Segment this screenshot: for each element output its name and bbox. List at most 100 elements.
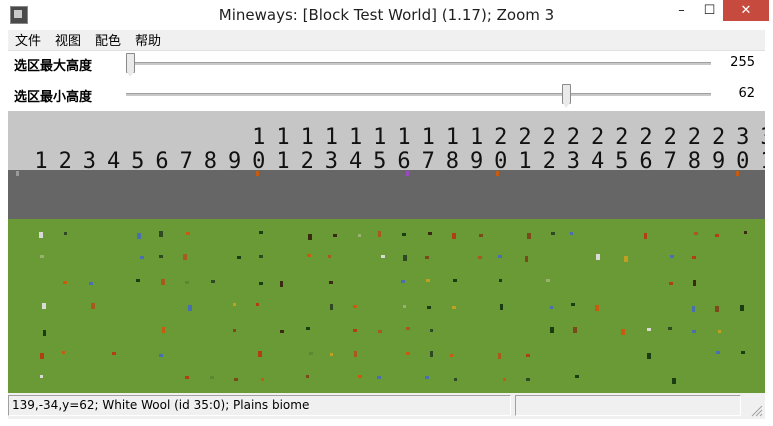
block-marker <box>479 234 483 237</box>
block-marker <box>426 279 430 282</box>
block-marker <box>406 171 409 176</box>
block-marker <box>453 279 457 282</box>
block-marker <box>308 234 312 240</box>
map-view[interactable]: 1234567891011121314151617181920212223242… <box>8 111 765 393</box>
column-label-tens: 2 <box>712 125 725 150</box>
maximize-button[interactable]: ☐ <box>696 0 723 21</box>
title-bar[interactable]: Mineways: [Block Test World] (1.17); Zoo… <box>0 0 773 30</box>
block-marker <box>258 351 262 357</box>
block-marker <box>741 351 745 354</box>
block-marker <box>499 279 502 282</box>
min-height-track[interactable] <box>126 93 711 96</box>
block-marker <box>159 231 163 237</box>
max-height-thumb[interactable] <box>126 53 135 77</box>
column-label-tens: 2 <box>615 125 628 150</box>
close-button[interactable]: ✕ <box>723 0 769 21</box>
column-label-tens: 1 <box>446 125 459 150</box>
block-marker <box>188 305 192 311</box>
block-marker <box>406 327 410 330</box>
block-marker <box>140 256 144 259</box>
block-marker <box>500 304 503 310</box>
max-height-slider-row: 选区最大高度 255 <box>8 51 765 77</box>
block-marker <box>452 306 456 309</box>
block-marker <box>427 306 431 309</box>
block-marker <box>186 232 190 235</box>
block-marker <box>406 352 410 355</box>
block-marker <box>644 233 647 239</box>
block-marker <box>670 255 674 258</box>
block-marker <box>328 255 331 258</box>
map-canvas[interactable]: 1 2 3 4 5 6 7 8 91011121314151617181920212223242… <box>8 111 765 393</box>
block-marker <box>428 232 432 235</box>
block-marker <box>358 234 361 237</box>
block-marker <box>715 234 719 237</box>
column-label-ones: 5 <box>615 149 628 174</box>
max-height-track[interactable] <box>126 62 711 65</box>
column-label-ones: 5 <box>131 149 144 174</box>
block-marker <box>573 327 577 333</box>
block-marker <box>112 352 116 355</box>
block-marker <box>378 330 382 333</box>
block-marker <box>333 234 337 237</box>
block-marker <box>425 376 429 379</box>
column-label-ones: 1 <box>34 149 47 174</box>
block-marker <box>527 233 531 239</box>
column-label-tens: 2 <box>688 125 701 150</box>
block-marker <box>647 328 651 331</box>
block-marker <box>307 254 311 257</box>
block-marker <box>91 303 95 309</box>
column-label-ones: 3 <box>567 149 580 174</box>
menu-colors[interactable]: 配色 <box>88 32 128 52</box>
block-marker <box>42 303 46 309</box>
column-label-tens: 1 <box>252 125 265 150</box>
block-marker <box>183 254 187 260</box>
column-label-ones: 9 <box>228 149 241 174</box>
window-frame-left <box>0 30 8 426</box>
height-slider-panel: 选区最大高度 255 选区最小高度 62 <box>8 51 765 111</box>
block-marker <box>430 351 433 357</box>
block-marker <box>330 304 333 310</box>
column-label-tens: 1 <box>422 125 435 150</box>
status-block-info: 139,-34,y=62; White Wool (id 35:0); Plai… <box>8 395 511 416</box>
menu-view[interactable]: 视图 <box>48 32 88 52</box>
menu-help[interactable]: 帮助 <box>128 32 168 52</box>
status-bar: 139,-34,y=62; White Wool (id 35:0); Plai… <box>8 393 765 419</box>
block-marker <box>740 305 744 311</box>
column-label-tens: 2 <box>591 125 604 150</box>
column-label-ones: 6 <box>397 149 410 174</box>
block-marker <box>16 171 19 176</box>
column-label-ones: 1 <box>276 149 289 174</box>
block-marker <box>161 279 165 285</box>
block-marker <box>259 231 263 234</box>
minimize-button[interactable]: – <box>668 0 695 21</box>
block-marker <box>89 282 93 285</box>
menu-file[interactable]: 文件 <box>8 32 48 52</box>
block-marker <box>550 306 553 309</box>
block-marker <box>692 330 696 333</box>
column-label-ones: 2 <box>301 149 314 174</box>
block-marker <box>63 281 67 284</box>
resize-grip-icon[interactable] <box>749 403 763 417</box>
max-height-value: 255 <box>730 55 755 70</box>
block-marker <box>159 354 163 357</box>
window-frame-bottom <box>0 419 773 426</box>
block-marker <box>378 231 381 237</box>
column-label-ones: 9 <box>470 149 483 174</box>
column-label-ones: 4 <box>591 149 604 174</box>
column-label-ones: 2 <box>543 149 556 174</box>
column-label-tens: 2 <box>664 125 677 150</box>
column-label-tens: 1 <box>397 125 410 150</box>
block-marker <box>596 254 600 260</box>
block-marker <box>692 306 695 312</box>
block-marker <box>256 303 259 306</box>
block-marker <box>647 353 651 359</box>
block-marker <box>621 329 625 335</box>
min-height-thumb[interactable] <box>562 84 572 108</box>
column-label-tens: 2 <box>543 125 556 150</box>
column-label-tens: 1 <box>349 125 362 150</box>
column-label-ones: 0 <box>494 149 507 174</box>
block-marker <box>233 303 236 306</box>
column-label-ones: 2 <box>59 149 72 174</box>
block-marker <box>430 329 433 332</box>
block-marker <box>403 255 407 261</box>
